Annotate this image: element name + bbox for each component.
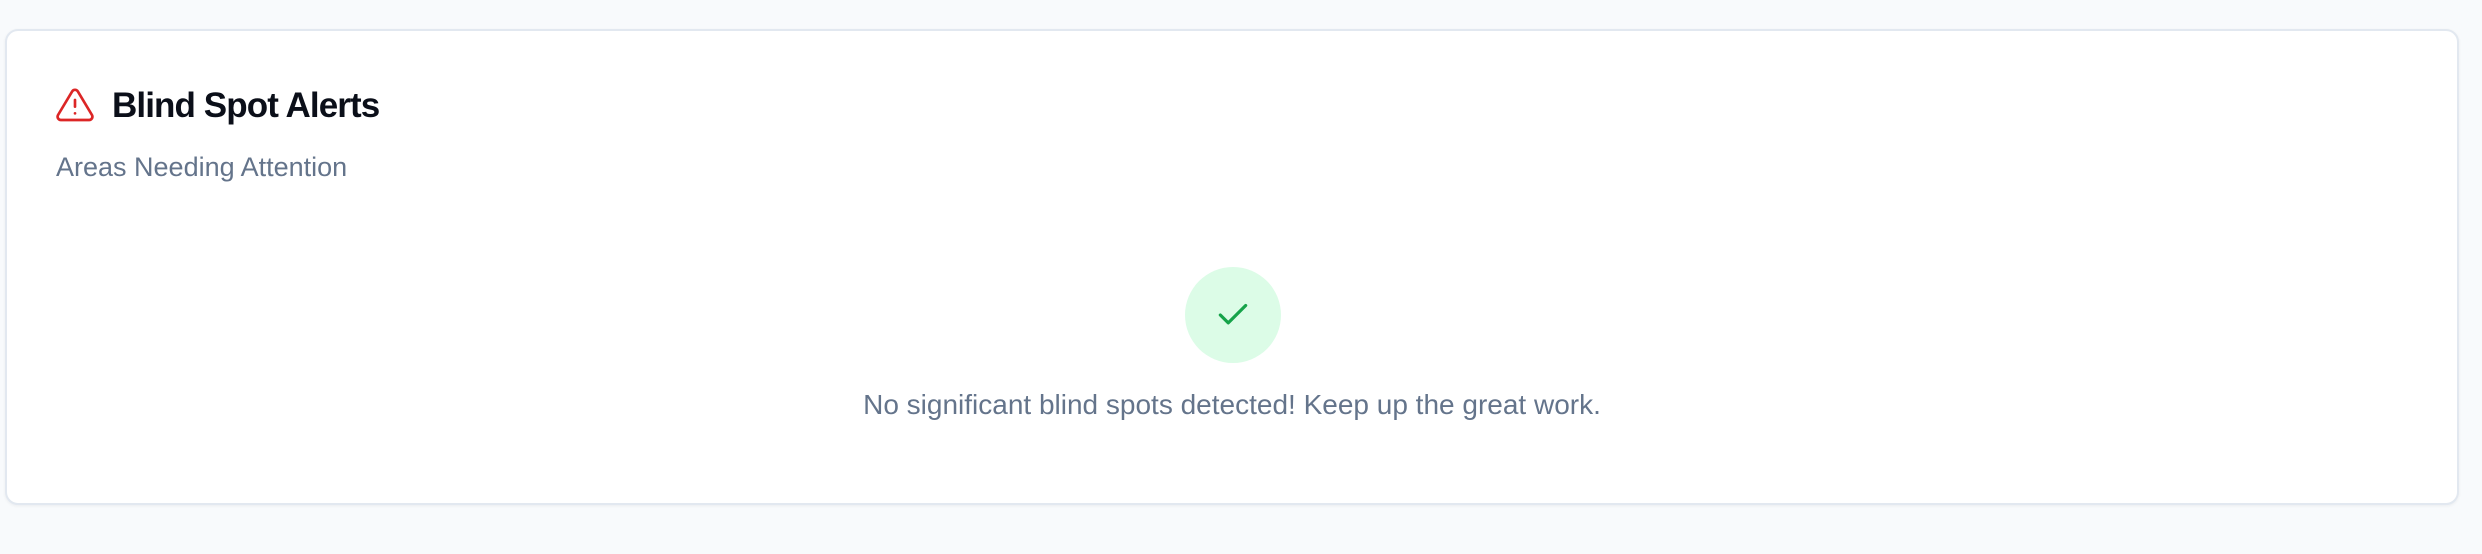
success-badge <box>1185 267 1281 363</box>
check-icon <box>1214 296 1252 334</box>
card-subtitle: Areas Needing Attention <box>56 152 348 182</box>
empty-state-message: No significant blind spots detected! Kee… <box>863 389 1601 420</box>
alert-triangle-icon <box>55 85 95 125</box>
card-title: Blind Spot Alerts <box>112 85 380 125</box>
card-header: Blind Spot Alerts <box>55 85 380 125</box>
blind-spot-alerts-card: Blind Spot Alerts Areas Needing Attentio… <box>5 29 2459 505</box>
